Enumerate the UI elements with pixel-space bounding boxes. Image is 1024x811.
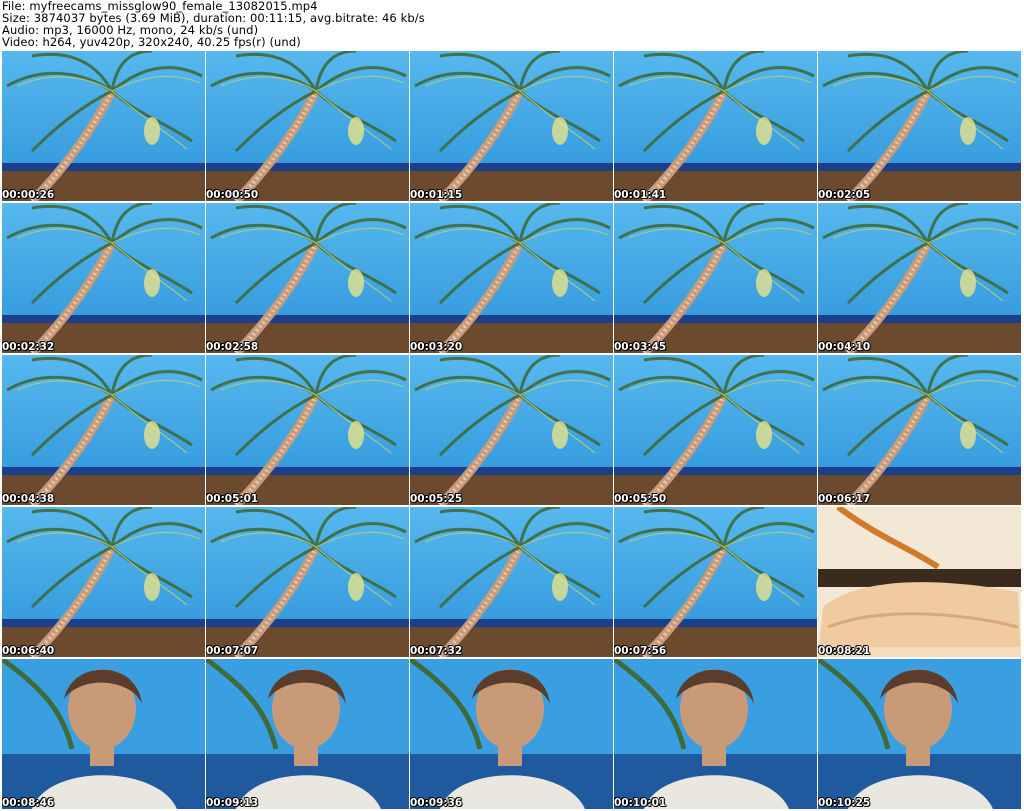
bed-frame-image xyxy=(818,507,1021,657)
thumbnail-grid: 00:00:26 00:00:50 00:01:15 00:01:41 00:0… xyxy=(2,51,1021,809)
video-thumbnail: 00:02:32 xyxy=(2,203,205,353)
palm-frame-image xyxy=(2,507,205,657)
person-frame-image xyxy=(2,659,205,809)
video-thumbnail: 00:02:58 xyxy=(206,203,409,353)
video-thumbnail: 00:03:20 xyxy=(410,203,613,353)
palm-frame-image xyxy=(410,203,613,353)
video-thumbnail: 00:07:07 xyxy=(206,507,409,657)
palm-frame-image xyxy=(206,203,409,353)
frame-timestamp: 00:01:41 xyxy=(614,189,667,201)
frame-timestamp: 00:08:21 xyxy=(818,645,871,657)
palm-frame-image xyxy=(2,355,205,505)
video-thumbnail: 00:01:15 xyxy=(410,51,613,201)
frame-timestamp: 00:10:25 xyxy=(818,797,871,809)
palm-frame-image xyxy=(818,51,1021,201)
video-thumbnail: 00:00:26 xyxy=(2,51,205,201)
person-frame-image xyxy=(410,659,613,809)
person-frame-image xyxy=(206,659,409,809)
frame-timestamp: 00:00:26 xyxy=(2,189,55,201)
video-thumbnail: 00:02:05 xyxy=(818,51,1021,201)
palm-frame-image xyxy=(2,203,205,353)
frame-timestamp: 00:02:58 xyxy=(206,341,259,353)
palm-frame-image xyxy=(614,203,817,353)
video-thumbnail: 00:08:46 xyxy=(2,659,205,809)
frame-timestamp: 00:03:20 xyxy=(410,341,463,353)
palm-frame-image xyxy=(818,203,1021,353)
video-info-line: Video: h264, yuv420p, 320x240, 40.25 fps… xyxy=(2,35,301,49)
frame-timestamp: 00:07:56 xyxy=(614,645,667,657)
video-thumbnail: 00:04:10 xyxy=(818,203,1021,353)
video-thumbnail: 00:01:41 xyxy=(614,51,817,201)
frame-timestamp: 00:10:01 xyxy=(614,797,667,809)
frame-timestamp: 00:04:38 xyxy=(2,493,55,505)
frame-timestamp: 00:06:40 xyxy=(2,645,55,657)
frame-timestamp: 00:03:45 xyxy=(614,341,667,353)
frame-timestamp: 00:08:46 xyxy=(2,797,55,809)
palm-frame-image xyxy=(410,51,613,201)
video-thumbnail: 00:10:01 xyxy=(614,659,817,809)
palm-frame-image xyxy=(2,51,205,201)
palm-frame-image xyxy=(614,507,817,657)
palm-frame-image xyxy=(410,507,613,657)
palm-frame-image xyxy=(410,355,613,505)
palm-frame-image xyxy=(818,355,1021,505)
palm-frame-image xyxy=(206,507,409,657)
frame-timestamp: 00:04:10 xyxy=(818,341,871,353)
person-frame-image xyxy=(818,659,1021,809)
video-thumbnail: 00:10:25 xyxy=(818,659,1021,809)
frame-timestamp: 00:07:32 xyxy=(410,645,463,657)
frame-timestamp: 00:02:32 xyxy=(2,341,55,353)
frame-timestamp: 00:09:36 xyxy=(410,797,463,809)
video-thumbnail: 00:05:01 xyxy=(206,355,409,505)
file-info-header: File: myfreecams_missglow90_female_13082… xyxy=(2,0,425,48)
frame-timestamp: 00:02:05 xyxy=(818,189,871,201)
video-thumbnail: 00:03:45 xyxy=(614,203,817,353)
video-thumbnail: 00:09:36 xyxy=(410,659,613,809)
video-thumbnail: 00:07:56 xyxy=(614,507,817,657)
video-thumbnail: 00:05:50 xyxy=(614,355,817,505)
frame-timestamp: 00:05:25 xyxy=(410,493,463,505)
video-thumbnail: 00:08:21 xyxy=(818,507,1021,657)
person-frame-image xyxy=(614,659,817,809)
frame-timestamp: 00:06:17 xyxy=(818,493,871,505)
video-thumbnail: 00:06:40 xyxy=(2,507,205,657)
frame-timestamp: 00:00:50 xyxy=(206,189,259,201)
video-thumbnail: 00:07:32 xyxy=(410,507,613,657)
frame-timestamp: 00:01:15 xyxy=(410,189,463,201)
palm-frame-image xyxy=(614,355,817,505)
video-thumbnail: 00:05:25 xyxy=(410,355,613,505)
frame-timestamp: 00:07:07 xyxy=(206,645,259,657)
video-thumbnail: 00:04:38 xyxy=(2,355,205,505)
palm-frame-image xyxy=(206,355,409,505)
video-thumbnail: 00:00:50 xyxy=(206,51,409,201)
frame-timestamp: 00:09:13 xyxy=(206,797,259,809)
frame-timestamp: 00:05:50 xyxy=(614,493,667,505)
palm-frame-image xyxy=(614,51,817,201)
video-thumbnail: 00:09:13 xyxy=(206,659,409,809)
video-thumbnail: 00:06:17 xyxy=(818,355,1021,505)
palm-frame-image xyxy=(206,51,409,201)
frame-timestamp: 00:05:01 xyxy=(206,493,259,505)
